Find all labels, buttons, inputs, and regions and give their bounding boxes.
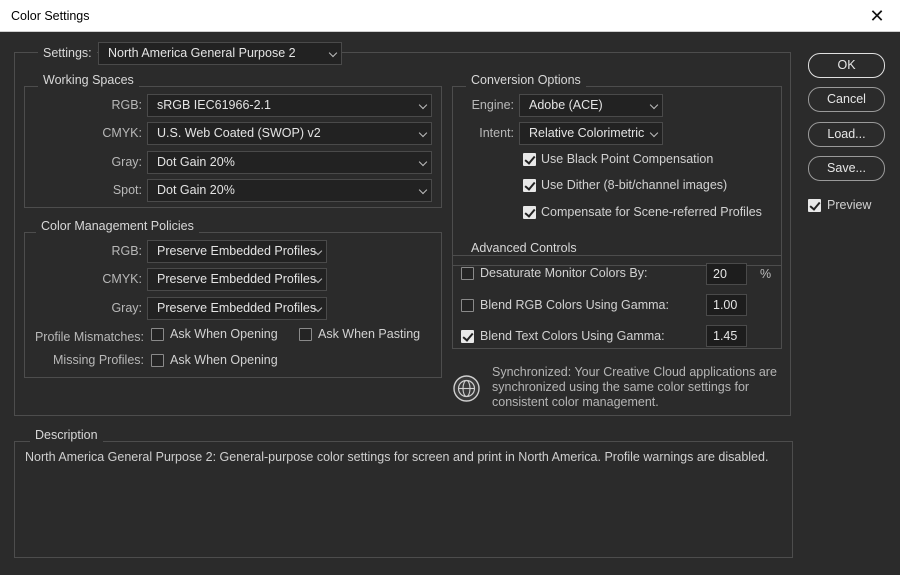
ws-spot-select[interactable]: Dot Gain 20% (147, 179, 432, 202)
policies-title: Color Management Policies (36, 219, 199, 233)
preview-label: Preview (827, 198, 872, 212)
load-button[interactable]: Load... (808, 122, 885, 147)
policy-cmyk-select[interactable]: Preserve Embedded Profiles (147, 268, 327, 291)
scene-referred-label: Compensate for Scene-referred Profiles (541, 205, 762, 219)
intent-value: Relative Colorimetric (529, 126, 645, 140)
black-point-checkbox[interactable] (523, 153, 536, 166)
chevron-down-icon (418, 157, 428, 167)
missing-profiles-label: Missing Profiles: (53, 353, 144, 367)
ask-when-pasting-checkbox[interactable] (299, 328, 312, 341)
settings-select[interactable]: North America General Purpose 2 (98, 42, 342, 65)
save-button[interactable]: Save... (808, 156, 885, 181)
policy-rgb-value: Preserve Embedded Profiles (157, 244, 317, 258)
policy-cmyk-label: CMYK: (102, 272, 142, 286)
ws-spot-label: Spot: (112, 183, 142, 197)
missing-ask-when-opening-label: Ask When Opening (170, 353, 278, 367)
policy-gray-value: Preserve Embedded Profiles (157, 301, 317, 315)
cancel-button[interactable]: Cancel (808, 87, 885, 112)
engine-label: Engine: (471, 98, 514, 112)
ws-rgb-value: sRGB IEC61966-2.1 (157, 98, 271, 112)
intent-label: Intent: (479, 126, 514, 140)
blend-rgb-input[interactable]: 1.00 (706, 294, 747, 316)
policy-cmyk-value: Preserve Embedded Profiles (157, 272, 317, 286)
engine-value: Adobe (ACE) (529, 98, 603, 112)
settings-label: Settings: (38, 46, 97, 60)
policy-rgb-select[interactable]: Preserve Embedded Profiles (147, 240, 327, 263)
desaturate-input[interactable]: 20 (706, 263, 747, 285)
description-title: Description (30, 428, 103, 442)
ask-when-opening-checkbox[interactable] (151, 328, 164, 341)
missing-ask-when-opening-checkbox[interactable] (151, 354, 164, 367)
sync-status-text: Synchronized: Your Creative Cloud applic… (492, 365, 777, 409)
ws-rgb-label: RGB: (111, 98, 142, 112)
ask-when-opening-label: Ask When Opening (170, 327, 278, 341)
desaturate-checkbox[interactable] (461, 267, 474, 280)
chevron-down-icon (649, 128, 659, 138)
color-settings-dialog: Settings: North America General Purpose … (0, 32, 900, 575)
description-text: North America General Purpose 2: General… (25, 450, 769, 464)
ask-when-pasting-label: Ask When Pasting (318, 327, 421, 341)
sync-globe-icon (453, 375, 480, 402)
ws-cmyk-label: CMYK: (102, 126, 142, 140)
ws-cmyk-select[interactable]: U.S. Web Coated (SWOP) v2 (147, 122, 432, 145)
ws-gray-select[interactable]: Dot Gain 20% (147, 151, 432, 174)
preview-checkbox[interactable] (808, 199, 821, 212)
dither-label: Use Dither (8-bit/channel images) (541, 178, 728, 192)
advanced-title: Advanced Controls (466, 241, 582, 255)
black-point-label: Use Black Point Compensation (541, 152, 714, 166)
blend-rgb-label: Blend RGB Colors Using Gamma: (480, 298, 669, 312)
settings-select-value: North America General Purpose 2 (108, 46, 296, 60)
dither-checkbox[interactable] (523, 179, 536, 192)
blend-text-checkbox[interactable] (461, 330, 474, 343)
chevron-down-icon (418, 185, 428, 195)
chevron-down-icon (418, 128, 428, 138)
policy-gray-select[interactable]: Preserve Embedded Profiles (147, 297, 327, 320)
policy-rgb-label: RGB: (111, 244, 142, 258)
percent-unit: % (760, 267, 772, 281)
blend-rgb-checkbox[interactable] (461, 299, 474, 312)
ws-gray-value: Dot Gain 20% (157, 155, 235, 169)
ok-button[interactable]: OK (808, 53, 885, 78)
ws-spot-value: Dot Gain 20% (157, 183, 235, 197)
scene-referred-checkbox[interactable] (523, 206, 536, 219)
ws-rgb-select[interactable]: sRGB IEC61966-2.1 (147, 94, 432, 117)
policy-gray-label: Gray: (111, 301, 142, 315)
conversion-title: Conversion Options (466, 73, 586, 87)
close-icon[interactable]: ✕ (854, 0, 900, 32)
window-title: Color Settings (11, 9, 90, 23)
blend-text-label: Blend Text Colors Using Gamma: (480, 329, 665, 343)
title-bar: Color Settings ✕ (0, 0, 900, 32)
ws-gray-label: Gray: (111, 155, 142, 169)
working-spaces-title: Working Spaces (38, 73, 139, 87)
chevron-down-icon (649, 100, 659, 110)
chevron-down-icon (418, 100, 428, 110)
chevron-down-icon (328, 48, 338, 58)
profile-mismatches-label: Profile Mismatches: (34, 330, 144, 344)
ws-cmyk-value: U.S. Web Coated (SWOP) v2 (157, 126, 321, 140)
engine-select[interactable]: Adobe (ACE) (519, 94, 663, 117)
blend-text-input[interactable]: 1.45 (706, 325, 747, 347)
intent-select[interactable]: Relative Colorimetric (519, 122, 663, 145)
desaturate-label: Desaturate Monitor Colors By: (480, 266, 648, 280)
